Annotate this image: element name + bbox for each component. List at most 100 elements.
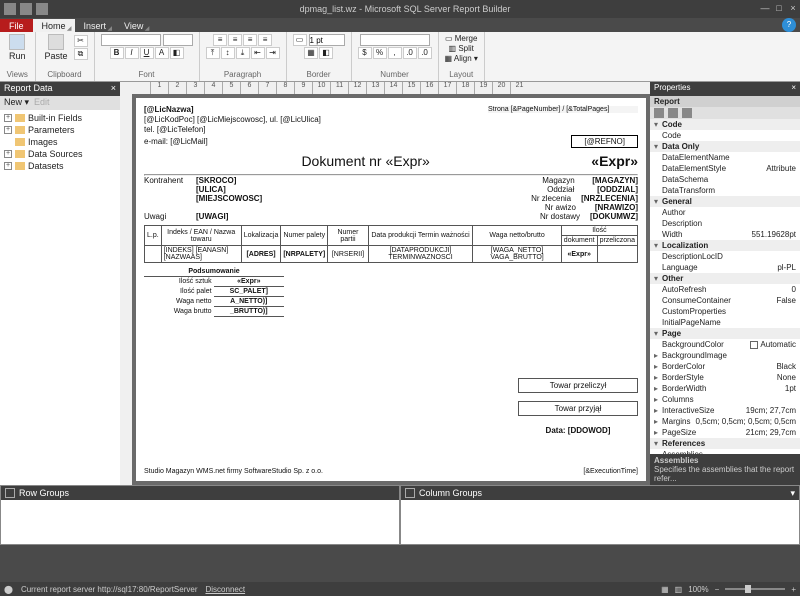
zoom-level[interactable]: 100% xyxy=(688,585,708,594)
status-disconnect[interactable]: Disconnect xyxy=(205,585,245,594)
align-menu[interactable]: ▦ Align ▾ xyxy=(445,54,478,63)
field-towar-przyjal[interactable]: Towar przyjął xyxy=(518,401,638,416)
field-magazyn[interactable]: [MAGAZYN] xyxy=(592,176,638,185)
dec-inc-button[interactable]: .0 xyxy=(403,47,417,59)
field-refno[interactable]: [@REFNO] xyxy=(571,135,638,148)
split-button[interactable]: ▥ Split xyxy=(449,44,474,53)
number-format-select[interactable] xyxy=(360,34,430,46)
zoom-in-button[interactable]: + xyxy=(791,585,796,594)
field-ulica[interactable]: [ULICA] xyxy=(196,185,226,194)
align-bottom-button[interactable]: ⤓ xyxy=(236,47,250,59)
view-mode-preview-icon[interactable]: ▥ xyxy=(675,585,683,594)
tab-insert[interactable]: Insert◢ xyxy=(75,19,116,32)
field-miejscowosc[interactable]: [MIEJSCOWOSC] xyxy=(196,194,262,203)
align-top-button[interactable]: ⤒ xyxy=(206,47,220,59)
align-right-button[interactable]: ≡ xyxy=(243,34,257,46)
summary-table[interactable]: Podsumowanie Ilość sztuk«Expr» Ilość pal… xyxy=(144,267,284,317)
field-data-ddowod[interactable]: Data: [DDOWOD] xyxy=(518,424,638,437)
font-color-button[interactable]: A xyxy=(155,47,169,59)
tree-parameters[interactable]: Parameters xyxy=(28,125,75,135)
footer-left[interactable]: Studio Magazyn WMS.net firmy SoftwareStu… xyxy=(144,468,323,475)
field-pagenum[interactable]: Strona [&PageNumber] / [&TotalPages] xyxy=(488,106,638,113)
lbl-uwagi[interactable]: Uwagi xyxy=(144,212,196,221)
fill-color-button[interactable]: ◧ xyxy=(170,47,184,59)
align-left-button[interactable]: ≡ xyxy=(213,34,227,46)
field-oddzial[interactable]: [ODDZIAL] xyxy=(597,185,638,194)
properties-grid[interactable]: ▾Code Code ▾Data Only DataElementName Da… xyxy=(650,119,800,454)
prop-alpha-icon[interactable] xyxy=(668,108,678,118)
tree-images[interactable]: Images xyxy=(28,137,58,147)
view-mode-design-icon[interactable]: ▦ xyxy=(661,585,669,594)
field-doc-title[interactable]: Dokument nr «Expr» xyxy=(144,153,587,169)
border-preset-button[interactable]: ▦ xyxy=(304,47,318,59)
row-groups-panel[interactable] xyxy=(1,500,399,544)
tree-built-in-fields[interactable]: Built-in Fields xyxy=(28,113,82,123)
help-button[interactable]: ? xyxy=(782,18,796,32)
close-button[interactable]: × xyxy=(786,3,800,15)
indent-inc-button[interactable]: ⇥ xyxy=(266,47,280,59)
dec-dec-button[interactable]: .0 xyxy=(418,47,432,59)
bgcolor-checkbox[interactable] xyxy=(750,341,758,349)
properties-close[interactable]: × xyxy=(791,83,796,95)
report-data-close[interactable]: × xyxy=(111,83,116,95)
tree-datasets[interactable]: Datasets xyxy=(28,161,64,171)
field-expr-big[interactable]: «Expr» xyxy=(591,153,638,169)
currency-button[interactable]: $ xyxy=(358,47,372,59)
tab-view[interactable]: View◢ xyxy=(115,19,152,32)
lbl-nrdostawy[interactable]: Nr dostawy xyxy=(540,212,590,221)
indent-dec-button[interactable]: ⇤ xyxy=(251,47,265,59)
tab-home[interactable]: Home◢ xyxy=(33,19,75,32)
field-towar-przeliczyl[interactable]: Towar przeliczył xyxy=(518,378,638,393)
lbl-oddzial[interactable]: Oddział xyxy=(547,185,597,194)
justify-button[interactable]: ≡ xyxy=(258,34,272,46)
properties-object[interactable]: Report xyxy=(650,96,800,107)
align-center-button[interactable]: ≡ xyxy=(228,34,242,46)
font-family-select[interactable] xyxy=(101,34,161,46)
report-data-new[interactable]: New ▾ xyxy=(4,97,29,107)
field-nrawizo[interactable]: [NRAWIZO] xyxy=(595,203,638,212)
cut-button[interactable]: ✂ xyxy=(74,35,88,47)
tree-data-sources[interactable]: Data Sources xyxy=(28,149,83,159)
paste-button[interactable]: Paste xyxy=(42,34,71,61)
border-width-input[interactable] xyxy=(309,34,345,46)
copy-button[interactable]: ⧉ xyxy=(74,48,88,60)
groups-menu[interactable]: ▾ xyxy=(790,488,795,499)
border-color-button[interactable]: ◧ xyxy=(319,47,333,59)
prop-categorized-icon[interactable] xyxy=(654,108,664,118)
field-nrzlecenia[interactable]: [NRZLECENIA] xyxy=(581,194,638,203)
run-button[interactable]: Run xyxy=(6,34,29,61)
report-data-tree[interactable]: +Built-in Fields +Parameters Images +Dat… xyxy=(0,110,120,485)
field-skroco[interactable]: [SKROCO] xyxy=(196,176,236,185)
comma-button[interactable]: , xyxy=(388,47,402,59)
qat-save-icon[interactable] xyxy=(20,3,32,15)
border-style-button[interactable]: ▭ xyxy=(293,34,307,46)
tab-file[interactable]: File xyxy=(0,19,33,32)
field-uwagi[interactable]: [UWAGI] xyxy=(196,212,228,221)
qat-undo-icon[interactable] xyxy=(36,3,48,15)
field-dokumwz[interactable]: [DOKUMWZ] xyxy=(590,212,638,221)
field-email[interactable]: e-mail: [@LicMail] xyxy=(144,137,208,146)
lbl-nrzlecenia[interactable]: Nr zlecenia xyxy=(531,194,581,203)
lbl-kontrahent[interactable]: Kontrahent xyxy=(144,176,196,185)
column-groups-panel[interactable] xyxy=(401,500,799,544)
lbl-nrawizo[interactable]: Nr awizo xyxy=(545,203,595,212)
prop-pages-icon[interactable] xyxy=(682,108,692,118)
footer-exectime[interactable]: [&ExecutionTime] xyxy=(583,468,638,475)
field-licaddr[interactable]: [@LicKodPoc] [@LicMiejscowosc], ul. [@Li… xyxy=(144,115,321,124)
merge-button[interactable]: ▭ Merge xyxy=(445,34,477,43)
align-middle-button[interactable]: ↕ xyxy=(221,47,235,59)
zoom-out-button[interactable]: − xyxy=(715,585,720,594)
field-licnazwa[interactable]: [@LicNazwa] xyxy=(144,105,194,114)
zoom-slider[interactable] xyxy=(725,588,785,590)
bold-button[interactable]: B xyxy=(110,47,124,59)
detail-table[interactable]: L.p.Indeks / EAN / Nazwa towaruLokalizac… xyxy=(144,225,638,263)
minimize-button[interactable]: — xyxy=(758,3,772,15)
report-design-surface[interactable]: [@LicNazwa] Strona [&PageNumber] / [&Tota… xyxy=(136,98,646,481)
underline-button[interactable]: U xyxy=(140,47,154,59)
font-size-select[interactable] xyxy=(163,34,193,46)
field-tel[interactable]: tel. [@LicTelefon] xyxy=(144,125,205,134)
maximize-button[interactable]: □ xyxy=(772,3,786,15)
italic-button[interactable]: I xyxy=(125,47,139,59)
lbl-magazyn[interactable]: Magazyn xyxy=(542,176,592,185)
percent-button[interactable]: % xyxy=(373,47,387,59)
